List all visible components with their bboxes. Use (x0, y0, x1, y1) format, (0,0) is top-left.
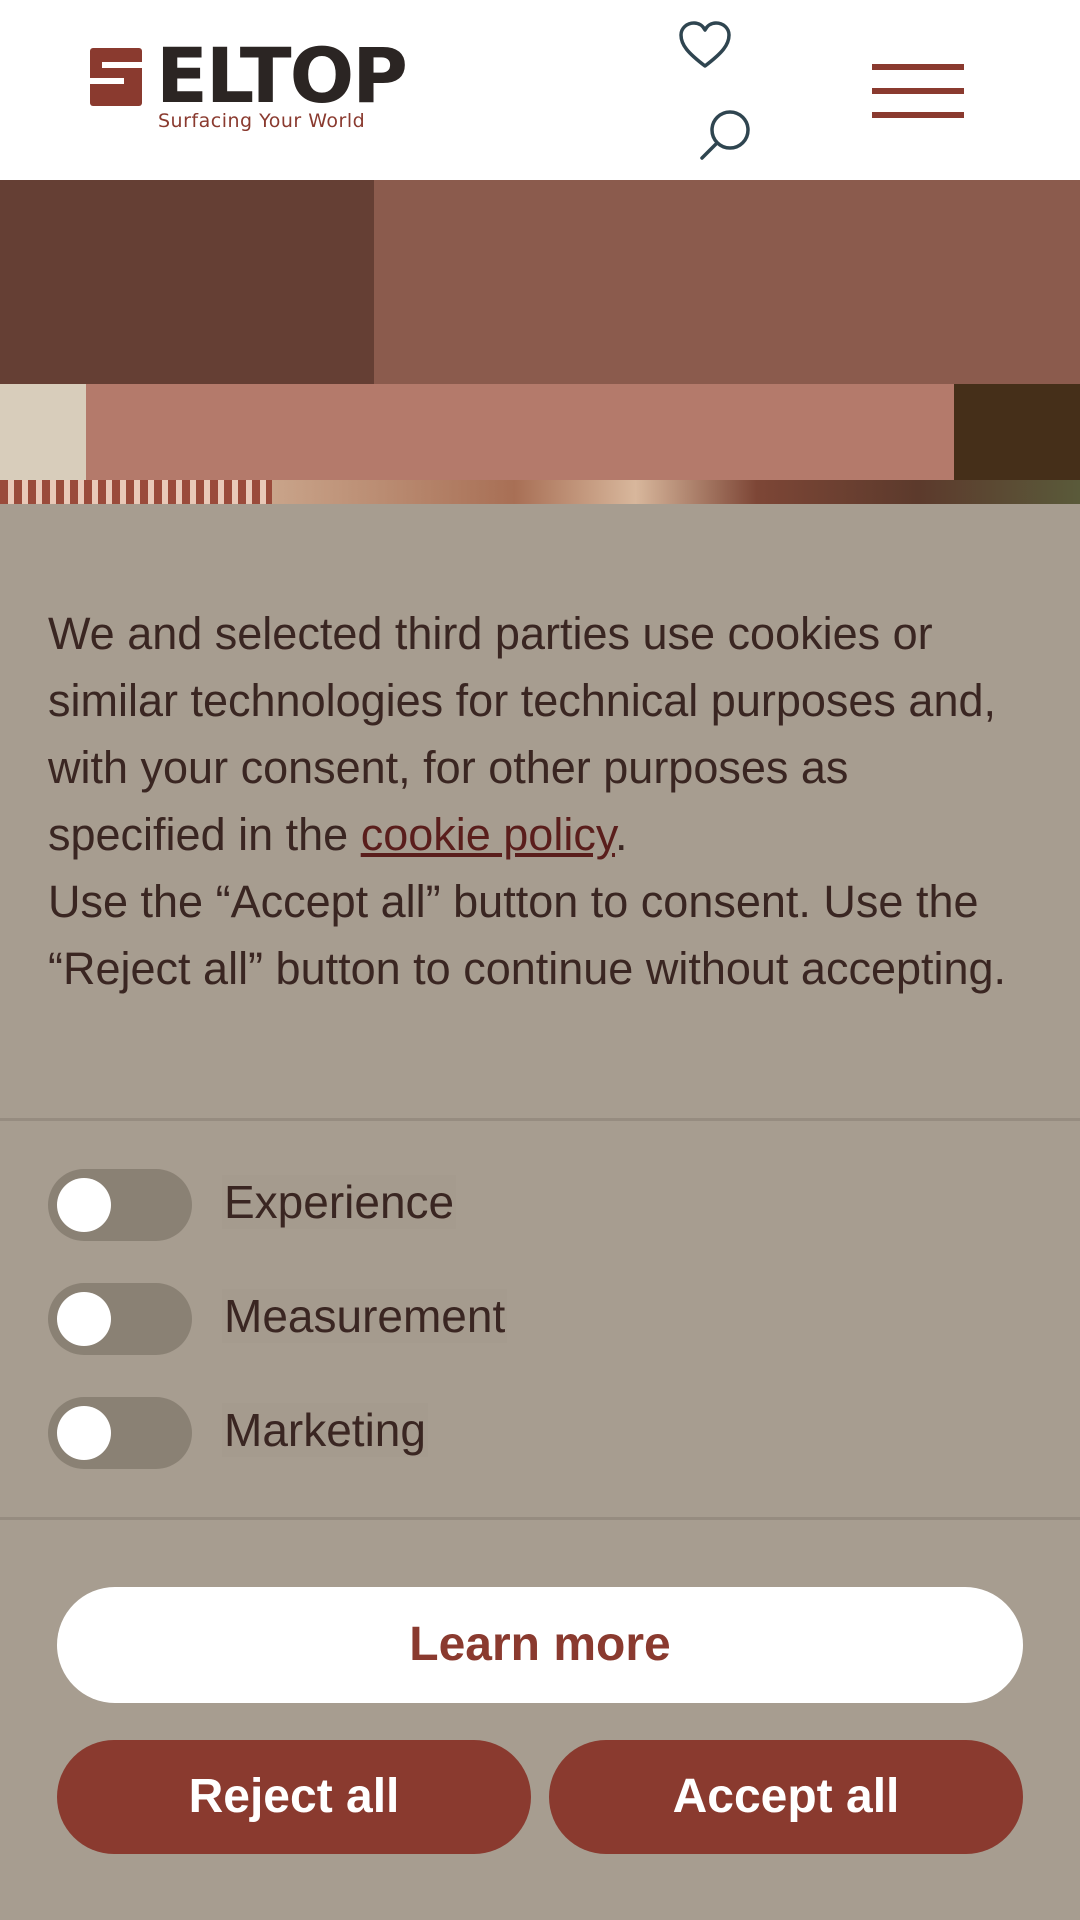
accept-all-button[interactable]: Accept all (549, 1740, 1023, 1854)
experience-switch[interactable] (48, 1169, 192, 1241)
toggle-experience[interactable]: Experience (48, 1169, 648, 1241)
logo-mark-icon (90, 48, 142, 106)
hamburger-menu-icon[interactable] (872, 64, 964, 120)
hero-image (0, 180, 1080, 504)
hero-block (86, 384, 954, 480)
menu-bar (872, 112, 964, 118)
menu-bar (872, 88, 964, 94)
site-header: ELTOP Surfacing Your World (0, 0, 1080, 180)
toggle-label-measurement: Measurement (222, 1289, 508, 1343)
switch-knob (57, 1292, 111, 1346)
divider (0, 1118, 1080, 1121)
menu-bar (872, 64, 964, 70)
toggle-marketing[interactable]: Marketing (48, 1397, 648, 1469)
heart-icon[interactable] (678, 20, 732, 70)
toggle-measurement[interactable]: Measurement (48, 1283, 648, 1355)
logo-tagline: Surfacing Your World (158, 110, 366, 132)
switch-knob (57, 1178, 111, 1232)
divider (0, 1517, 1080, 1520)
eltop-logo[interactable]: ELTOP Surfacing Your World (90, 38, 420, 140)
cookie-text-period: . (615, 809, 628, 860)
hero-block (0, 180, 374, 384)
switch-knob (57, 1406, 111, 1460)
search-icon[interactable] (698, 108, 754, 160)
cookie-notice-text: We and selected third parties use cookie… (48, 600, 1038, 1002)
measurement-switch[interactable] (48, 1283, 192, 1355)
hero-block (954, 384, 1080, 480)
cookie-banner: We and selected third parties use cookie… (0, 504, 1080, 1920)
hero-block (374, 180, 1080, 384)
hero-block (272, 480, 1080, 504)
logo-wordmark: ELTOP (156, 31, 408, 120)
reject-all-button[interactable]: Reject all (57, 1740, 531, 1854)
learn-more-button[interactable]: Learn more (57, 1587, 1023, 1703)
cookie-policy-link[interactable]: cookie policy (361, 809, 615, 860)
cookie-text-instructions: Use the “Accept all” button to consent. … (48, 876, 1007, 994)
hero-block (0, 480, 272, 504)
hero-block (0, 384, 86, 480)
toggle-label-experience: Experience (222, 1175, 457, 1229)
toggle-label-marketing: Marketing (222, 1403, 428, 1457)
marketing-switch[interactable] (48, 1397, 192, 1469)
